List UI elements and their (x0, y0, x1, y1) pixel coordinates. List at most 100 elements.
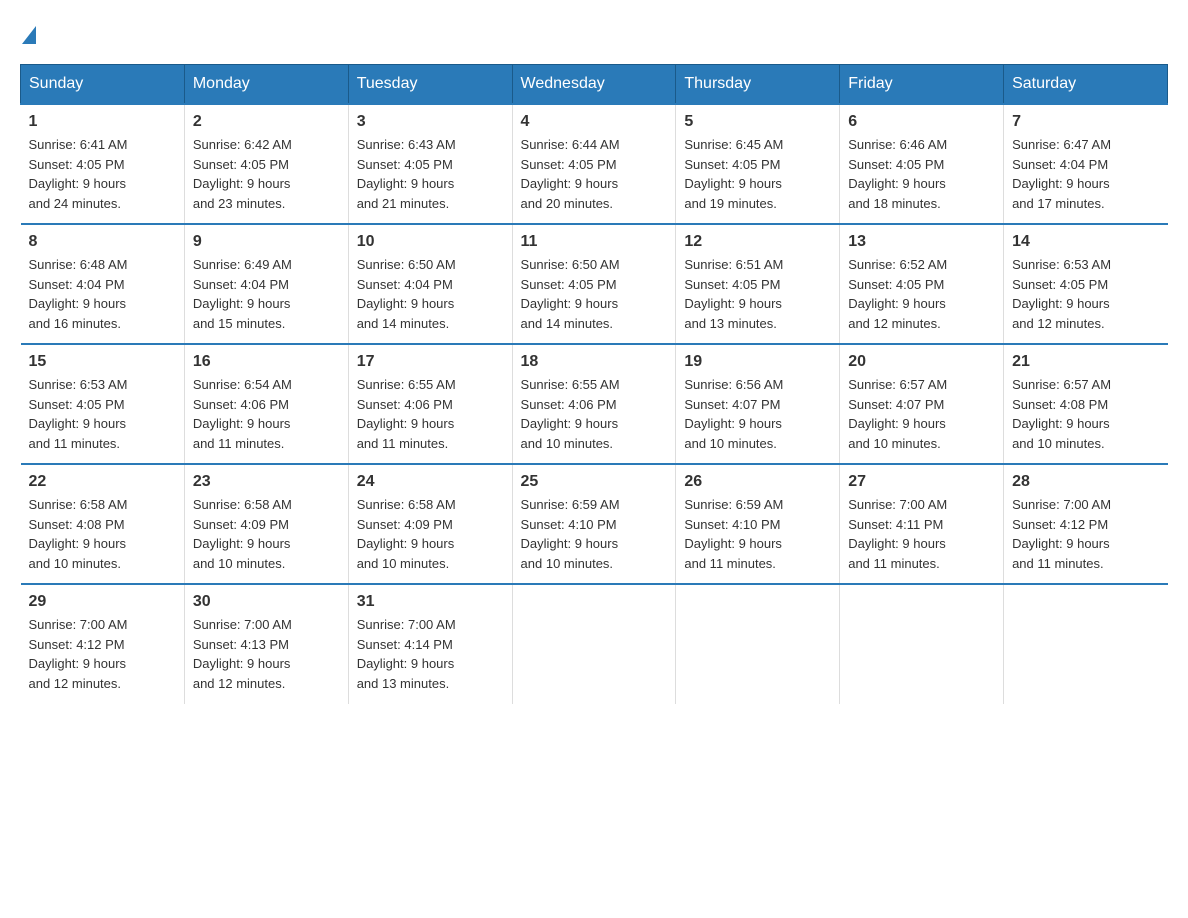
day-number: 21 (1012, 353, 1159, 371)
day-number: 9 (193, 233, 340, 251)
calendar-body: 1 Sunrise: 6:41 AM Sunset: 4:05 PM Dayli… (21, 104, 1168, 704)
calendar-cell: 16 Sunrise: 6:54 AM Sunset: 4:06 PM Dayl… (184, 344, 348, 464)
calendar-cell: 8 Sunrise: 6:48 AM Sunset: 4:04 PM Dayli… (21, 224, 185, 344)
day-number: 18 (521, 353, 668, 371)
day-info: Sunrise: 6:58 AM Sunset: 4:09 PM Dayligh… (193, 495, 340, 573)
calendar-table: Sunday Monday Tuesday Wednesday Thursday… (20, 64, 1168, 704)
day-info: Sunrise: 7:00 AM Sunset: 4:11 PM Dayligh… (848, 495, 995, 573)
day-number: 19 (684, 353, 831, 371)
day-number: 2 (193, 113, 340, 131)
day-info: Sunrise: 6:53 AM Sunset: 4:05 PM Dayligh… (1012, 255, 1159, 333)
calendar-cell: 29 Sunrise: 7:00 AM Sunset: 4:12 PM Dayl… (21, 584, 185, 704)
day-info: Sunrise: 6:45 AM Sunset: 4:05 PM Dayligh… (684, 135, 831, 213)
calendar-cell: 26 Sunrise: 6:59 AM Sunset: 4:10 PM Dayl… (676, 464, 840, 584)
calendar-cell: 30 Sunrise: 7:00 AM Sunset: 4:13 PM Dayl… (184, 584, 348, 704)
day-number: 3 (357, 113, 504, 131)
day-info: Sunrise: 6:50 AM Sunset: 4:04 PM Dayligh… (357, 255, 504, 333)
calendar-cell: 19 Sunrise: 6:56 AM Sunset: 4:07 PM Dayl… (676, 344, 840, 464)
header-saturday: Saturday (1004, 65, 1168, 105)
day-number: 28 (1012, 473, 1159, 491)
day-number: 20 (848, 353, 995, 371)
calendar-cell: 13 Sunrise: 6:52 AM Sunset: 4:05 PM Dayl… (840, 224, 1004, 344)
day-info: Sunrise: 6:43 AM Sunset: 4:05 PM Dayligh… (357, 135, 504, 213)
calendar-cell: 5 Sunrise: 6:45 AM Sunset: 4:05 PM Dayli… (676, 104, 840, 224)
page-header (20, 20, 1168, 44)
calendar-cell: 20 Sunrise: 6:57 AM Sunset: 4:07 PM Dayl… (840, 344, 1004, 464)
calendar-week-row: 22 Sunrise: 6:58 AM Sunset: 4:08 PM Dayl… (21, 464, 1168, 584)
day-number: 27 (848, 473, 995, 491)
day-number: 30 (193, 593, 340, 611)
day-info: Sunrise: 6:58 AM Sunset: 4:09 PM Dayligh… (357, 495, 504, 573)
day-number: 6 (848, 113, 995, 131)
day-number: 10 (357, 233, 504, 251)
calendar-cell: 25 Sunrise: 6:59 AM Sunset: 4:10 PM Dayl… (512, 464, 676, 584)
day-info: Sunrise: 7:00 AM Sunset: 4:13 PM Dayligh… (193, 615, 340, 693)
calendar-cell: 23 Sunrise: 6:58 AM Sunset: 4:09 PM Dayl… (184, 464, 348, 584)
logo (20, 20, 36, 44)
day-number: 22 (29, 473, 176, 491)
calendar-cell: 9 Sunrise: 6:49 AM Sunset: 4:04 PM Dayli… (184, 224, 348, 344)
weekday-row: Sunday Monday Tuesday Wednesday Thursday… (21, 65, 1168, 105)
day-info: Sunrise: 6:47 AM Sunset: 4:04 PM Dayligh… (1012, 135, 1159, 213)
calendar-cell: 14 Sunrise: 6:53 AM Sunset: 4:05 PM Dayl… (1004, 224, 1168, 344)
day-info: Sunrise: 6:54 AM Sunset: 4:06 PM Dayligh… (193, 375, 340, 453)
day-number: 15 (29, 353, 176, 371)
day-info: Sunrise: 6:41 AM Sunset: 4:05 PM Dayligh… (29, 135, 176, 213)
day-number: 23 (193, 473, 340, 491)
day-info: Sunrise: 6:55 AM Sunset: 4:06 PM Dayligh… (521, 375, 668, 453)
day-number: 31 (357, 593, 504, 611)
calendar-cell: 31 Sunrise: 7:00 AM Sunset: 4:14 PM Dayl… (348, 584, 512, 704)
calendar-week-row: 29 Sunrise: 7:00 AM Sunset: 4:12 PM Dayl… (21, 584, 1168, 704)
calendar-cell (1004, 584, 1168, 704)
day-info: Sunrise: 6:59 AM Sunset: 4:10 PM Dayligh… (521, 495, 668, 573)
day-number: 7 (1012, 113, 1159, 131)
calendar-cell: 1 Sunrise: 6:41 AM Sunset: 4:05 PM Dayli… (21, 104, 185, 224)
header-monday: Monday (184, 65, 348, 105)
day-info: Sunrise: 6:51 AM Sunset: 4:05 PM Dayligh… (684, 255, 831, 333)
calendar-cell (840, 584, 1004, 704)
day-info: Sunrise: 6:52 AM Sunset: 4:05 PM Dayligh… (848, 255, 995, 333)
day-number: 5 (684, 113, 831, 131)
header-wednesday: Wednesday (512, 65, 676, 105)
calendar-cell: 15 Sunrise: 6:53 AM Sunset: 4:05 PM Dayl… (21, 344, 185, 464)
day-info: Sunrise: 6:55 AM Sunset: 4:06 PM Dayligh… (357, 375, 504, 453)
calendar-week-row: 8 Sunrise: 6:48 AM Sunset: 4:04 PM Dayli… (21, 224, 1168, 344)
calendar-week-row: 15 Sunrise: 6:53 AM Sunset: 4:05 PM Dayl… (21, 344, 1168, 464)
header-friday: Friday (840, 65, 1004, 105)
day-info: Sunrise: 6:58 AM Sunset: 4:08 PM Dayligh… (29, 495, 176, 573)
day-number: 4 (521, 113, 668, 131)
day-number: 26 (684, 473, 831, 491)
day-number: 1 (29, 113, 176, 131)
day-info: Sunrise: 6:44 AM Sunset: 4:05 PM Dayligh… (521, 135, 668, 213)
day-info: Sunrise: 6:59 AM Sunset: 4:10 PM Dayligh… (684, 495, 831, 573)
day-info: Sunrise: 7:00 AM Sunset: 4:12 PM Dayligh… (29, 615, 176, 693)
day-info: Sunrise: 6:42 AM Sunset: 4:05 PM Dayligh… (193, 135, 340, 213)
day-number: 29 (29, 593, 176, 611)
calendar-cell: 28 Sunrise: 7:00 AM Sunset: 4:12 PM Dayl… (1004, 464, 1168, 584)
calendar-cell: 21 Sunrise: 6:57 AM Sunset: 4:08 PM Dayl… (1004, 344, 1168, 464)
day-number: 12 (684, 233, 831, 251)
logo-triangle-icon (22, 26, 36, 44)
calendar-cell: 18 Sunrise: 6:55 AM Sunset: 4:06 PM Dayl… (512, 344, 676, 464)
day-info: Sunrise: 6:46 AM Sunset: 4:05 PM Dayligh… (848, 135, 995, 213)
header-tuesday: Tuesday (348, 65, 512, 105)
calendar-cell (676, 584, 840, 704)
day-info: Sunrise: 6:50 AM Sunset: 4:05 PM Dayligh… (521, 255, 668, 333)
calendar-cell: 3 Sunrise: 6:43 AM Sunset: 4:05 PM Dayli… (348, 104, 512, 224)
calendar-cell: 2 Sunrise: 6:42 AM Sunset: 4:05 PM Dayli… (184, 104, 348, 224)
calendar-cell: 11 Sunrise: 6:50 AM Sunset: 4:05 PM Dayl… (512, 224, 676, 344)
day-number: 8 (29, 233, 176, 251)
day-number: 24 (357, 473, 504, 491)
calendar-cell: 10 Sunrise: 6:50 AM Sunset: 4:04 PM Dayl… (348, 224, 512, 344)
day-number: 14 (1012, 233, 1159, 251)
day-info: Sunrise: 6:56 AM Sunset: 4:07 PM Dayligh… (684, 375, 831, 453)
day-info: Sunrise: 7:00 AM Sunset: 4:12 PM Dayligh… (1012, 495, 1159, 573)
header-thursday: Thursday (676, 65, 840, 105)
calendar-cell: 12 Sunrise: 6:51 AM Sunset: 4:05 PM Dayl… (676, 224, 840, 344)
day-number: 25 (521, 473, 668, 491)
calendar-week-row: 1 Sunrise: 6:41 AM Sunset: 4:05 PM Dayli… (21, 104, 1168, 224)
calendar-cell: 6 Sunrise: 6:46 AM Sunset: 4:05 PM Dayli… (840, 104, 1004, 224)
calendar-header: Sunday Monday Tuesday Wednesday Thursday… (21, 65, 1168, 105)
calendar-cell: 22 Sunrise: 6:58 AM Sunset: 4:08 PM Dayl… (21, 464, 185, 584)
day-info: Sunrise: 6:48 AM Sunset: 4:04 PM Dayligh… (29, 255, 176, 333)
